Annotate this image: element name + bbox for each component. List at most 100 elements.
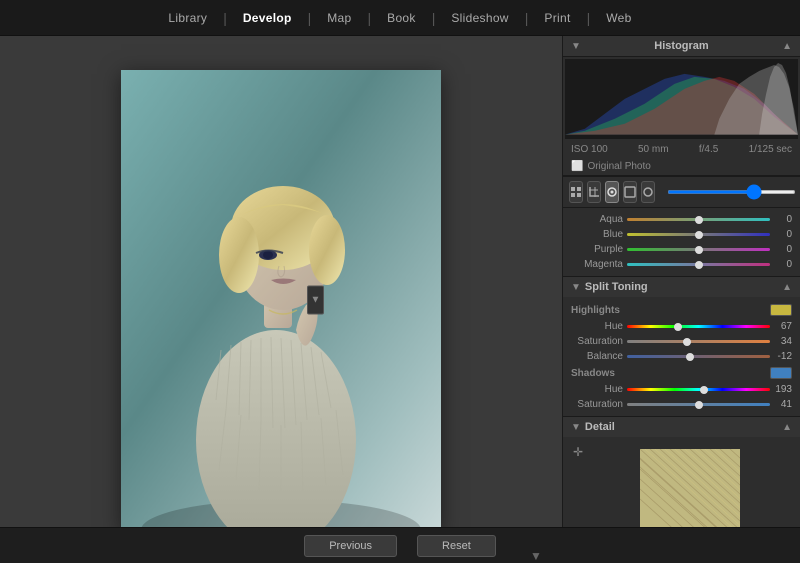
detail-title: Detail [585,421,615,433]
purple-label: Purple [571,244,623,255]
shadows-hue-track [627,388,770,391]
split-toning-header-left: ▼ Split Toning [571,281,648,293]
nav-sep-5: | [525,10,529,26]
shadows-hue-value: 193 [774,384,792,395]
highlights-hue-row: Hue 67 [563,319,800,334]
magenta-label: Magenta [571,259,623,270]
balance-value: -12 [774,351,792,362]
right-panel: ▼ Histogram ▲ [562,36,800,563]
aqua-track [627,218,770,221]
highlights-label: Highlights [571,305,620,316]
histogram-chart [565,59,798,135]
shadows-label: Shadows [571,368,615,379]
highlights-saturation-track [627,340,770,343]
nav-map[interactable]: Map [315,5,363,31]
previous-button[interactable]: Previous [304,535,397,557]
nav-print[interactable]: Print [532,5,582,31]
panel-collapse-button[interactable]: ▼ [307,285,324,314]
photo-display [121,70,441,530]
scroll-down-icon[interactable]: ▼ [530,549,542,563]
split-toning-collapse-icon: ▼ [571,282,581,293]
balance-track [627,355,770,358]
meta-iso: ISO 100 [571,144,608,155]
nav-sep-6: | [587,10,591,26]
exposure-slider[interactable] [667,190,796,194]
blue-row: Blue 0 [563,227,800,242]
detail-header[interactable]: ▼ Detail ▲ [563,417,800,437]
magenta-track [627,263,770,266]
nav-develop[interactable]: Develop [231,5,304,31]
highlights-saturation-label: Saturation [571,336,623,347]
purple-value: 0 [774,244,792,255]
split-toning-header[interactable]: ▼ Split Toning ▲ [563,277,800,297]
nav-sep-4: | [432,10,436,26]
tool-row [563,177,800,208]
magenta-value: 0 [774,259,792,270]
shadows-saturation-row: Saturation 41 [563,397,800,412]
split-toning-content: Highlights Hue 67 Saturation [563,297,800,416]
tool-grid[interactable] [569,181,583,203]
top-navigation: Library | Develop | Map | Book | Slidesh… [0,0,800,36]
color-sliders-section: Aqua 0 Blue 0 Purple 0 [563,208,800,277]
balance-thumb[interactable] [686,353,694,361]
nav-library[interactable]: Library [156,5,219,31]
reset-button[interactable]: Reset [417,535,496,557]
magenta-row: Magenta 0 [563,257,800,272]
histogram-meta: ISO 100 50 mm f/4.5 1/125 sec [563,141,800,158]
highlights-saturation-value: 34 [774,336,792,347]
split-toning-section: ▼ Split Toning ▲ Highlights Hue [563,277,800,417]
original-photo-label: ⬜ Original Photo [563,158,800,176]
detail-expand-icon: ▲ [782,422,792,433]
main-layout: ▼ ▼ Histogram ▲ [0,36,800,563]
shadows-saturation-label: Saturation [571,399,623,410]
balance-label: Balance [571,351,623,362]
histogram-collapse-icon[interactable]: ▼ [571,41,581,52]
highlights-saturation-thumb[interactable] [683,338,691,346]
shadows-hue-thumb[interactable] [700,386,708,394]
purple-track [627,248,770,251]
split-toning-title: Split Toning [585,281,648,293]
shadows-saturation-thumb[interactable] [695,401,703,409]
purple-row: Purple 0 [563,242,800,257]
nav-web[interactable]: Web [594,5,643,31]
detail-header-left: ▼ Detail [571,421,615,433]
photo-area: ▼ [0,36,562,563]
tool-radial[interactable] [641,181,655,203]
aqua-thumb[interactable] [695,216,703,224]
magenta-thumb[interactable] [695,261,703,269]
shadows-saturation-value: 41 [774,399,792,410]
blue-thumb[interactable] [695,231,703,239]
nav-slideshow[interactable]: Slideshow [439,5,520,31]
meta-aperture: f/4.5 [699,144,718,155]
highlights-hue-thumb[interactable] [674,323,682,331]
highlights-hue-track [627,325,770,328]
histogram-title: Histogram [654,40,708,52]
purple-thumb[interactable] [695,246,703,254]
balance-row: Balance -12 [563,349,800,364]
tool-crop[interactable] [587,181,601,203]
tool-redeye[interactable] [623,181,637,203]
meta-focal: 50 mm [638,144,669,155]
nav-sep-1: | [223,10,227,26]
highlights-hue-label: Hue [571,321,623,332]
aqua-row: Aqua 0 [563,212,800,227]
bottom-bar: Previous Reset ▼ [0,527,800,563]
shadows-hue-label: Hue [571,384,623,395]
shadows-saturation-track [627,403,770,406]
nav-sep-3: | [368,10,372,26]
blue-value: 0 [774,229,792,240]
split-toning-expand-icon: ▲ [782,282,792,293]
photo-icon: ⬜ [571,161,583,172]
highlights-saturation-row: Saturation 34 [563,334,800,349]
shadows-hue-row: Hue 193 [563,382,800,397]
detail-collapse-icon: ▼ [571,422,581,433]
nav-book[interactable]: Book [375,5,428,31]
photo-image [121,70,441,530]
tool-spot-removal[interactable] [605,181,619,203]
shadows-color-swatch[interactable] [770,367,792,379]
detail-nav-icon[interactable]: ✛ [573,445,583,459]
histogram-canvas [565,59,798,139]
histogram-expand-icon[interactable]: ▲ [782,41,792,52]
aqua-label: Aqua [571,214,623,225]
highlights-color-swatch[interactable] [770,304,792,316]
